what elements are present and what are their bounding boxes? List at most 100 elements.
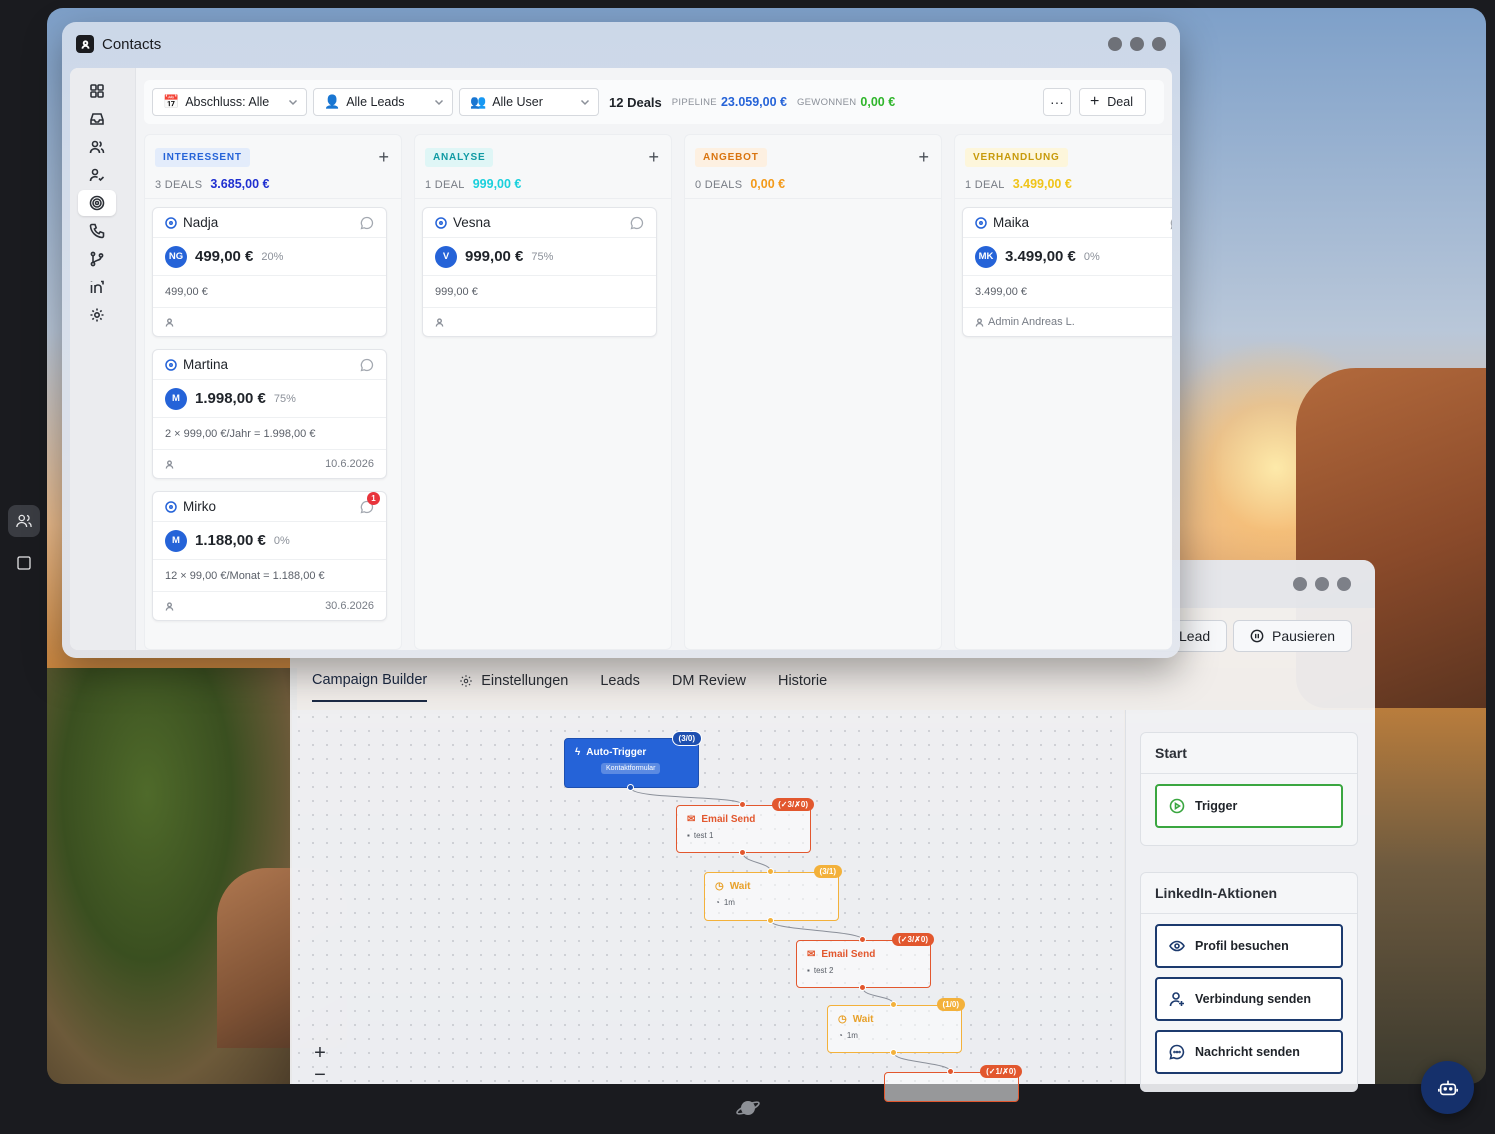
- connector-handle[interactable]: [739, 801, 746, 808]
- avatar: NG: [165, 245, 187, 268]
- linkedin-icon: [90, 280, 104, 293]
- add-deal-to-stage-button[interactable]: +: [648, 147, 659, 168]
- add-deal-to-stage-button[interactable]: +: [378, 147, 389, 168]
- flow-node-email-send-2[interactable]: ✉ Email Send ▪ test 2 (✓3/✗0): [796, 933, 934, 988]
- flow-node-email-send-1[interactable]: ✉ Email Send ▪ test 1 (✓3/✗0): [676, 798, 814, 853]
- comments-button[interactable]: [360, 216, 374, 230]
- deal-calculation: 499,00 €: [153, 276, 386, 308]
- column-summary: 1 DEAL 3.499,00 €: [965, 177, 1172, 191]
- deal-card[interactable]: Maika MK 3.499,00 € 0% 3.499,00 € Admin …: [962, 207, 1172, 337]
- nav-leads[interactable]: [78, 162, 116, 188]
- tab-historie[interactable]: Historie: [778, 672, 827, 702]
- envelope-icon: ✉: [807, 949, 816, 960]
- dock-window-button[interactable]: [8, 547, 40, 579]
- contacts-titlebar[interactable]: Contacts: [62, 22, 1180, 66]
- connector-handle[interactable]: [859, 984, 866, 991]
- id-card-icon: ▪: [687, 831, 690, 840]
- gear-icon: [90, 308, 104, 322]
- avatar: M: [165, 387, 187, 410]
- campaign-tabs: Campaign Builder Einstellungen Leads DM …: [312, 672, 827, 702]
- flow-node-partial[interactable]: (✓1/✗0): [884, 1065, 1022, 1102]
- nav-settings[interactable]: [78, 302, 116, 328]
- gear-icon: [460, 675, 473, 687]
- add-lead-label: Lead: [1179, 628, 1211, 644]
- dock-contacts-button[interactable]: [8, 505, 40, 537]
- nav-workflows[interactable]: [78, 246, 116, 272]
- nav-pipeline[interactable]: [78, 190, 116, 216]
- pipeline-column: INTERESSENT + 3 DEALS 3.685,00 € Nadja N…: [144, 134, 402, 650]
- deal-card[interactable]: Mirko 1 M 1.188,00 € 0% 12 × 99,00 €/Mon…: [152, 491, 387, 621]
- assistant-bot-button[interactable]: [1421, 1061, 1474, 1114]
- window-maximize-button[interactable]: [1315, 577, 1329, 591]
- window-minimize-button[interactable]: [1108, 37, 1122, 51]
- flow-node-auto-trigger[interactable]: ϟ Auto-Trigger Kontaktformular (3/0): [564, 731, 702, 788]
- palette-item-nachricht-senden[interactable]: Nachricht senden: [1155, 1030, 1343, 1074]
- deal-card[interactable]: Nadja NG 499,00 € 20% 499,00 €: [152, 207, 387, 337]
- connector-handle[interactable]: [627, 784, 634, 791]
- comments-button[interactable]: 1: [360, 491, 380, 514]
- wait2-count-badge: (1/0): [936, 998, 965, 1011]
- filter-abschluss-select[interactable]: 📅 Abschluss: Alle: [152, 88, 307, 116]
- filter-user-select[interactable]: 👥 Alle User: [459, 88, 599, 116]
- add-deal-to-stage-button[interactable]: +: [918, 147, 929, 168]
- palette-start-title: Start: [1141, 733, 1357, 774]
- column-sum: 0,00 €: [750, 177, 786, 191]
- comments-button[interactable]: [360, 358, 374, 372]
- nav-contacts[interactable]: [78, 134, 116, 160]
- play-circle-icon: [1169, 798, 1185, 814]
- eye-icon: [1169, 940, 1185, 952]
- deal-close-date: 10.6.2026: [325, 458, 374, 470]
- chat-bubble-icon: [360, 216, 374, 229]
- nav-dashboard[interactable]: [78, 78, 116, 104]
- deal-contact-name[interactable]: Vesna: [453, 215, 491, 230]
- flow-node-wait-2[interactable]: ◷ Wait ◔ 1m (1/0): [827, 998, 965, 1053]
- connector-handle[interactable]: [767, 917, 774, 924]
- deal-card[interactable]: Martina M 1.998,00 € 75% 2 × 999,00 €/Ja…: [152, 349, 387, 479]
- avatar: M: [165, 529, 187, 552]
- connector-handle[interactable]: [739, 849, 746, 856]
- filter-leads-select[interactable]: 👤 Alle Leads: [313, 88, 453, 116]
- plus-icon: +: [1089, 93, 1100, 110]
- nav-inbox[interactable]: [78, 106, 116, 132]
- zoom-out-button[interactable]: −: [309, 1068, 331, 1082]
- deal-probability: 75%: [531, 250, 554, 263]
- contact-book-icon: [80, 39, 90, 49]
- deal-contact-name[interactable]: Nadja: [183, 215, 218, 230]
- column-summary: 0 DEALS 0,00 €: [695, 177, 931, 191]
- window-minimize-button[interactable]: [1293, 577, 1307, 591]
- column-header: ANALYSE + 1 DEAL 999,00 €: [415, 135, 671, 199]
- tab-einstellungen[interactable]: Einstellungen: [459, 672, 568, 702]
- pause-button[interactable]: Pausieren: [1233, 620, 1353, 652]
- deal-contact-name[interactable]: Maika: [993, 215, 1029, 230]
- connector-handle[interactable]: [890, 1049, 897, 1056]
- connector-handle[interactable]: [947, 1068, 954, 1075]
- add-deal-button[interactable]: + Deal: [1078, 88, 1146, 116]
- deal-card[interactable]: Vesna V 999,00 € 75% 999,00 €: [422, 207, 657, 337]
- tab-leads[interactable]: Leads: [600, 672, 640, 702]
- flow-node-wait-1[interactable]: ◷ Wait ◔ 1m (3/1): [704, 865, 842, 921]
- chevron-down-icon: [434, 99, 444, 106]
- palette-group-start: Start Trigger: [1140, 732, 1358, 846]
- contacts-content: 📅 Abschluss: Alle 👤 Alle Leads 👥 Alle Us…: [70, 68, 1172, 650]
- window-close-button[interactable]: [1337, 577, 1351, 591]
- contacts-window: Contacts 📅 Abschluss: Alle 👤 Alle Leads …: [62, 22, 1180, 658]
- contact-circle-icon: [165, 358, 177, 371]
- window-maximize-button[interactable]: [1130, 37, 1144, 51]
- tab-dm-review[interactable]: DM Review: [672, 672, 746, 702]
- comments-button[interactable]: [1170, 216, 1172, 230]
- comments-button[interactable]: [630, 216, 644, 230]
- connector-handle[interactable]: [859, 936, 866, 943]
- palette-item-profil-besuchen[interactable]: Profil besuchen: [1155, 924, 1343, 968]
- deal-contact-name[interactable]: Martina: [183, 357, 228, 372]
- palette-item-trigger[interactable]: Trigger: [1155, 784, 1343, 828]
- palette-item-verbindung-senden[interactable]: Verbindung senden: [1155, 977, 1343, 1021]
- more-options-button[interactable]: ···: [1042, 88, 1071, 116]
- nav-calls[interactable]: [78, 218, 116, 244]
- connector-handle[interactable]: [890, 1001, 897, 1008]
- nav-linkedin[interactable]: [78, 274, 116, 300]
- window-close-button[interactable]: [1152, 37, 1166, 51]
- zoom-in-button[interactable]: +: [309, 1042, 331, 1064]
- deal-contact-name[interactable]: Mirko: [183, 499, 216, 514]
- tab-campaign-builder[interactable]: Campaign Builder: [312, 672, 428, 702]
- connector-handle[interactable]: [767, 868, 774, 875]
